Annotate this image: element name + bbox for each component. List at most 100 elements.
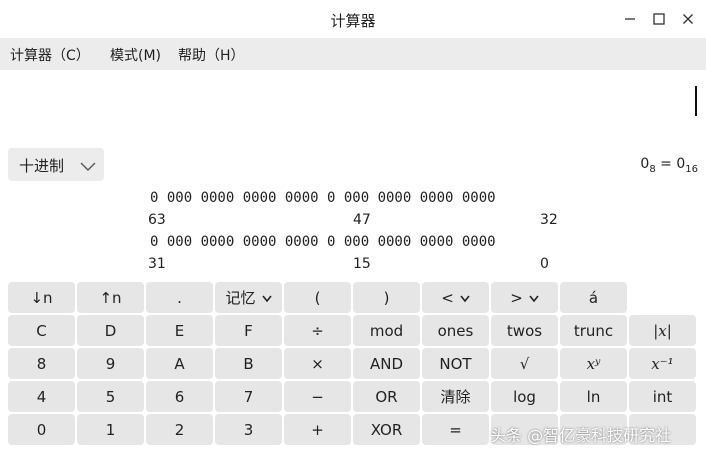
key-label: mod — [369, 321, 404, 340]
key-1[interactable]: 1 — [77, 414, 144, 445]
key-0[interactable]: 0 — [8, 414, 75, 445]
conv-right-sub: 16 — [685, 163, 698, 175]
key-label: ( — [314, 288, 321, 307]
key-e[interactable]: E — [146, 315, 213, 346]
bit-index: 47 — [353, 212, 371, 228]
key-label: AND — [369, 354, 404, 373]
key-label: × — [311, 354, 324, 373]
power-button[interactable]: xʸ — [560, 348, 627, 379]
ones-button[interactable]: ones — [422, 315, 489, 346]
key-b[interactable]: B — [215, 348, 282, 379]
key-label: log — [513, 387, 536, 406]
key-d[interactable]: D — [77, 315, 144, 346]
key-label: 4 — [36, 387, 47, 406]
key-label: < — [441, 288, 454, 307]
key-9[interactable]: 9 — [77, 348, 144, 379]
key-label: A — [174, 354, 185, 373]
chevron-down-icon — [80, 158, 96, 177]
key-label: + — [311, 420, 324, 439]
log-button[interactable]: log — [491, 381, 558, 412]
key-2[interactable]: 2 — [146, 414, 213, 445]
shift-left-button[interactable]: < — [422, 282, 489, 313]
maximize-icon[interactable] — [651, 11, 667, 27]
bit-index: 15 — [353, 256, 371, 272]
and-button[interactable]: AND — [353, 348, 420, 379]
key-label: 5 — [105, 387, 116, 406]
key-label: NOT — [439, 354, 472, 373]
subtract-button[interactable]: − — [284, 381, 351, 412]
not-button[interactable]: NOT — [422, 348, 489, 379]
base-conversion: 08 = 016 — [620, 156, 698, 175]
key-a[interactable]: A — [146, 348, 213, 379]
chevron-down-icon — [529, 289, 539, 307]
ln-button[interactable]: ln — [560, 381, 627, 412]
int-button[interactable]: int — [629, 381, 696, 412]
key-label: 记忆 — [225, 289, 256, 307]
key-label: |x| — [653, 321, 672, 340]
window-title: 计算器 — [330, 12, 376, 30]
bit-row-low[interactable]: 0 000 0000 0000 0000 0 000 0000 0000 000… — [150, 234, 496, 250]
sqrt-button[interactable]: √ — [491, 348, 558, 379]
key-label: > — [510, 288, 523, 307]
memory-button[interactable]: 记忆 — [215, 282, 282, 313]
key-label: int — [652, 387, 673, 406]
menu-help[interactable]: 帮助（H） — [178, 45, 245, 65]
key-label: 6 — [174, 387, 185, 406]
multiply-button[interactable]: × — [284, 348, 351, 379]
key-label: ↑n — [99, 288, 122, 307]
shift-right-button[interactable]: > — [491, 282, 558, 313]
trunc-button[interactable]: trunc — [560, 315, 627, 346]
watermark: 头条 @智亿豪科技研究社 — [490, 426, 672, 445]
key-f[interactable]: F — [215, 315, 282, 346]
chevron-down-icon — [460, 289, 470, 307]
conv-eq: = — [655, 156, 677, 172]
base-selector[interactable]: 十进制 — [8, 148, 104, 181]
menu-calculator[interactable]: 计算器（C） — [10, 45, 90, 65]
key-label: C — [36, 321, 47, 340]
minimize-icon[interactable] — [622, 11, 638, 27]
close-paren-button[interactable]: ) — [353, 282, 420, 313]
key-label: á — [588, 288, 599, 307]
key-label: twos — [506, 321, 543, 340]
menu-mode[interactable]: 模式(M) — [110, 45, 161, 65]
key-7[interactable]: 7 — [215, 381, 282, 412]
key-label: ) — [383, 288, 390, 307]
bit-row-high[interactable]: 0 000 0000 0000 0000 0 000 0000 0000 000… — [150, 190, 496, 206]
close-icon[interactable] — [680, 11, 696, 27]
key-3[interactable]: 3 — [215, 414, 282, 445]
result-display[interactable] — [0, 70, 706, 148]
inverse-button[interactable]: x⁻¹ — [629, 348, 696, 379]
mod-button[interactable]: mod — [353, 315, 420, 346]
key-5[interactable]: 5 — [77, 381, 144, 412]
key-8[interactable]: 8 — [8, 348, 75, 379]
decimal-button[interactable]: . — [146, 282, 213, 313]
key-label: √ — [519, 354, 530, 373]
key-label: 0 — [36, 420, 47, 439]
key-4[interactable]: 4 — [8, 381, 75, 412]
or-button[interactable]: OR — [353, 381, 420, 412]
shift-up-button[interactable]: ↑n — [77, 282, 144, 313]
title-bar: 计算器 — [0, 0, 706, 38]
char-button[interactable]: á — [560, 282, 627, 313]
chevron-down-icon — [261, 289, 272, 307]
divide-button[interactable]: ÷ — [284, 315, 351, 346]
key-c[interactable]: C — [8, 315, 75, 346]
key-label: 2 — [174, 420, 185, 439]
equals-button[interactable]: = — [422, 414, 489, 445]
abs-button[interactable]: |x| — [629, 315, 696, 346]
key-label: 3 — [243, 420, 254, 439]
key-label: trunc — [573, 321, 614, 340]
key-label: 清除 — [440, 388, 471, 406]
key-label: 1 — [105, 420, 116, 439]
key-6[interactable]: 6 — [146, 381, 213, 412]
menu-bar: 计算器（C） 模式(M) 帮助（H） — [0, 38, 706, 70]
open-paren-button[interactable]: ( — [284, 282, 351, 313]
clear-button[interactable]: 清除 — [422, 381, 489, 412]
shift-down-button[interactable]: ↓n — [8, 282, 75, 313]
twos-button[interactable]: twos — [491, 315, 558, 346]
key-label: F — [244, 321, 253, 340]
add-button[interactable]: + — [284, 414, 351, 445]
key-label: ↓n — [30, 288, 53, 307]
xor-button[interactable]: XOR — [353, 414, 420, 445]
key-label: XOR — [370, 420, 403, 439]
